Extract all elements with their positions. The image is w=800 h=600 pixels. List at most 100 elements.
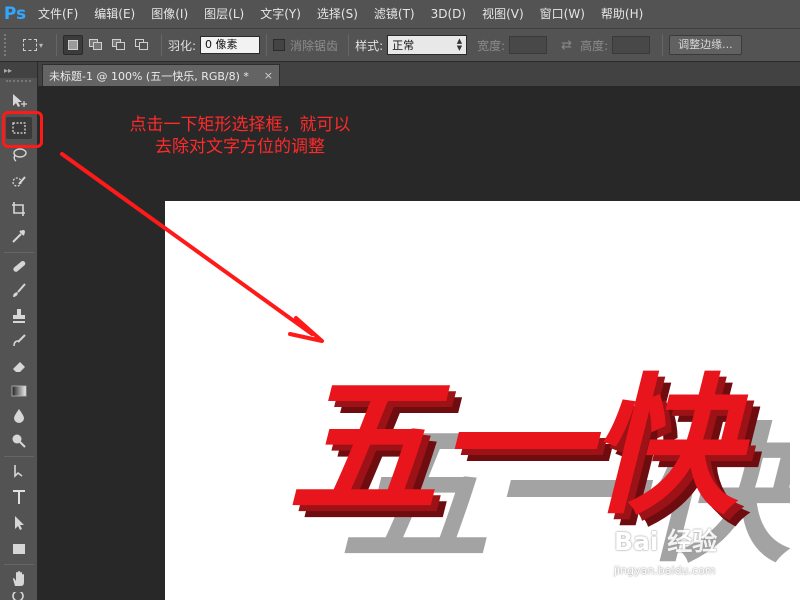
antialias-checkbox[interactable] <box>273 39 286 51</box>
watermark-url: jingyan.baidu.com <box>614 564 716 577</box>
divider <box>662 34 664 56</box>
menu-type[interactable]: 文字(Y) <box>252 0 309 28</box>
lasso-icon <box>13 148 27 162</box>
brush-tool[interactable] <box>6 280 32 302</box>
width-label: 宽度: <box>477 38 506 53</box>
blur-tool[interactable] <box>6 405 32 427</box>
marquee-tool-highlight <box>2 111 43 148</box>
menu-image[interactable]: 图像(I) <box>143 0 196 28</box>
new-selection-icon <box>68 40 78 50</box>
pen-tool[interactable] <box>6 460 32 482</box>
add-to-selection-button[interactable] <box>86 35 106 55</box>
menu-view[interactable]: 视图(V) <box>474 0 532 28</box>
eyedropper-tool[interactable] <box>6 225 32 247</box>
hand-tool[interactable] <box>6 568 32 590</box>
text-3d-face[interactable]: 五一快 <box>288 372 738 522</box>
arrow-pointer-icon <box>15 516 24 530</box>
crop-icon <box>12 202 25 216</box>
path-selection-tool[interactable] <box>6 512 32 534</box>
rectangle-icon <box>13 544 25 554</box>
width-input[interactable] <box>509 36 548 54</box>
menu-filter[interactable]: 滤镜(T) <box>366 0 423 28</box>
ps-logo: Ps <box>3 4 27 24</box>
divider <box>4 564 34 565</box>
divider <box>161 34 162 56</box>
divider <box>4 456 34 457</box>
quick-selection-tool[interactable] <box>6 171 32 193</box>
menu-layer[interactable]: 图层(L) <box>196 0 252 28</box>
menu-edit[interactable]: 编辑(E) <box>86 0 143 28</box>
menu-bar: Ps 文件(F) 编辑(E) 图像(I) 图层(L) 文字(Y) 选择(S) 滤… <box>0 0 800 28</box>
divider <box>4 252 34 253</box>
document-tab-bar: 未标题-1 @ 100% (五一快乐, RGB/8) * × <box>38 62 800 86</box>
document-tab-title: 未标题-1 @ 100% (五一快乐, RGB/8) * <box>49 69 249 83</box>
menu-select[interactable]: 选择(S) <box>309 0 366 28</box>
chevron-down-icon: ▾ <box>38 40 43 50</box>
dodge-icon <box>12 434 26 448</box>
clone-stamp-tool[interactable] <box>6 305 32 327</box>
menu-window[interactable]: 窗口(W) <box>532 0 593 28</box>
style-select-value: 正常 <box>392 39 415 52</box>
crop-tool[interactable] <box>6 198 32 220</box>
eraser-tool[interactable] <box>6 355 32 377</box>
type-t-icon <box>13 490 25 504</box>
magnifier-icon <box>12 592 24 600</box>
new-selection-button[interactable] <box>63 35 83 55</box>
eraser-icon <box>13 362 25 372</box>
document-tab[interactable]: 未标题-1 @ 100% (五一快乐, RGB/8) * × <box>42 64 280 86</box>
menu-help[interactable]: 帮助(H) <box>593 0 651 28</box>
dodge-tool[interactable] <box>6 430 32 452</box>
style-label: 样式: <box>355 38 384 53</box>
toolbox-collapse-button[interactable]: ▸▸ <box>0 62 37 78</box>
tutorial-annotation: 点击一下矩形选择框，就可以 去除对文字方位的调整 <box>70 114 410 158</box>
brush-icon <box>13 283 26 297</box>
close-icon[interactable]: × <box>264 69 273 82</box>
pen-icon <box>14 465 23 478</box>
subtract-selection-button[interactable] <box>109 35 129 55</box>
menu-3d[interactable]: 3D(D) <box>423 0 474 28</box>
height-input[interactable] <box>612 36 651 54</box>
annotation-line-1: 点击一下矩形选择框，就可以 <box>129 115 351 135</box>
tool-preset-picker[interactable]: ▾ <box>16 34 50 56</box>
toolbox-grip[interactable] <box>6 80 31 88</box>
gradient-tool[interactable] <box>6 380 32 402</box>
annotation-line-2: 去除对文字方位的调整 <box>155 137 325 157</box>
watermark-logo: Bai 经验 <box>614 527 718 556</box>
refine-edge-button[interactable]: 调整边缘... <box>669 35 742 55</box>
bandage-icon <box>13 260 26 272</box>
rectangle-shape-tool[interactable] <box>6 538 32 560</box>
add-selection-icon <box>89 39 103 51</box>
menu-file[interactable]: 文件(F) <box>30 0 86 28</box>
feather-input[interactable]: 0 像素 <box>200 36 261 54</box>
antialias-label: 消除锯齿 <box>290 38 339 53</box>
divider <box>56 34 57 56</box>
divider <box>266 34 268 56</box>
move-tool[interactable] <box>6 90 32 112</box>
feather-label: 羽化: <box>168 38 197 53</box>
style-select[interactable]: 正常 ▲ ▼ <box>387 35 468 55</box>
swap-arrows-icon[interactable]: ⇄ <box>561 38 572 53</box>
intersect-selection-button[interactable] <box>132 35 152 55</box>
quick-selection-icon <box>12 176 26 187</box>
water-drop-icon <box>14 409 24 423</box>
eyedropper-icon <box>12 230 25 243</box>
marquee-preset-icon <box>22 39 37 51</box>
options-bar-grip[interactable] <box>4 34 10 56</box>
divider <box>348 34 350 56</box>
height-label: 高度: <box>580 38 609 53</box>
intersect-selection-icon <box>135 39 149 51</box>
history-brush-icon <box>13 334 26 347</box>
subtract-selection-icon <box>112 39 126 51</box>
move-icon <box>13 94 27 107</box>
hand-icon <box>13 571 24 586</box>
history-brush-tool[interactable] <box>6 330 32 352</box>
type-tool[interactable] <box>6 486 32 508</box>
baidu-watermark: Bai 经验 jingyan.baidu.com <box>614 527 718 578</box>
healing-brush-tool[interactable] <box>6 255 32 277</box>
gradient-icon <box>11 385 27 397</box>
photoshop-window: Ps 文件(F) 编辑(E) 图像(I) 图层(L) 文字(Y) 选择(S) 滤… <box>0 0 800 600</box>
options-bar: ▾ 羽化: 0 像素 消除锯齿 样式: 正常 ▲ ▼ 宽度: ⇄ 高度: 调整边缘… <box>0 28 800 62</box>
zoom-tool[interactable] <box>6 592 32 600</box>
stamp-icon <box>13 309 25 323</box>
updown-arrow-icon: ▲ ▼ <box>456 37 463 52</box>
